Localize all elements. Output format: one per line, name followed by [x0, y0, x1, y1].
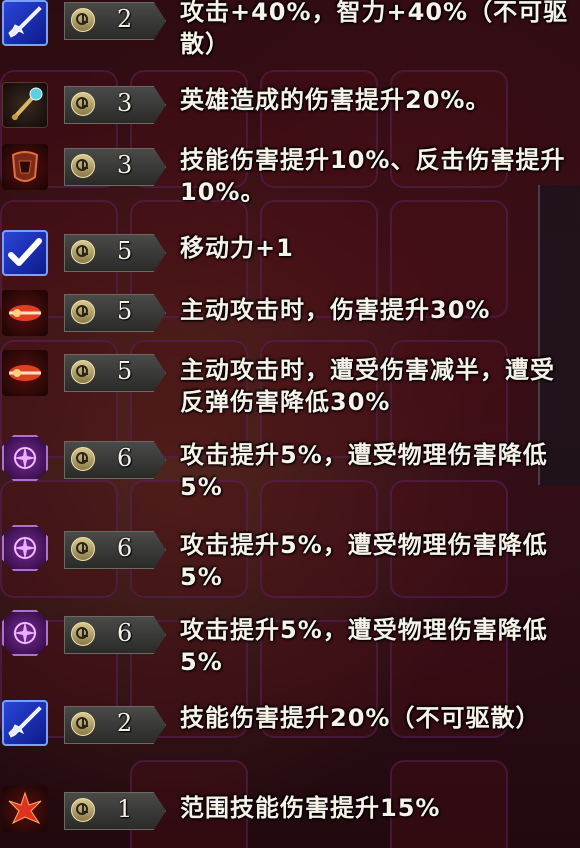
turn-count: 5 [117, 237, 133, 265]
turn-count: 2 [117, 709, 133, 737]
sword-icon [2, 0, 48, 46]
clock-icon [71, 447, 95, 471]
clock-icon [71, 622, 95, 646]
flame-sword-icon [2, 290, 48, 336]
turn-counter: 6 [64, 531, 166, 569]
buff-description: 范围技能伤害提升15% [180, 794, 441, 822]
buff-description: 移动力+1 [180, 234, 294, 262]
buff-description: 攻击提升5%，遭受物理伤害降低5% [180, 441, 548, 501]
clock-icon [71, 712, 95, 736]
buff-description: 技能伤害提升20%（不可驱散） [180, 704, 541, 732]
turn-count: 1 [117, 795, 133, 823]
turn-counter: 3 [64, 86, 166, 124]
sword-icon [2, 700, 48, 746]
clock-icon [71, 798, 95, 822]
buff-description: 技能伤害提升10%、反击伤害提升10%。 [180, 146, 566, 206]
turn-counter: 5 [64, 294, 166, 332]
turn-count: 3 [117, 89, 133, 117]
boot-icon [2, 230, 48, 276]
turn-count: 6 [117, 619, 133, 647]
turn-count: 6 [117, 444, 133, 472]
buff-description: 攻击+40%，智力+40%（不可驱散） [180, 0, 569, 58]
clock-icon [71, 300, 95, 324]
clock-icon [71, 360, 95, 384]
flame-sword-icon [2, 350, 48, 396]
buff-description: 攻击提升5%，遭受物理伤害降低5% [180, 531, 548, 591]
scepter-icon [2, 82, 48, 128]
clock-icon [71, 92, 95, 116]
turn-counter: 5 [64, 354, 166, 392]
clock-icon [71, 537, 95, 561]
clock-icon [71, 8, 95, 32]
turn-counter: 6 [64, 616, 166, 654]
turn-counter: 1 [64, 792, 166, 830]
turn-count: 5 [117, 357, 133, 385]
rune-icon [2, 525, 48, 571]
rune-icon [2, 610, 48, 656]
armor-icon [2, 144, 48, 190]
rune-icon [2, 435, 48, 481]
turn-counter: 2 [64, 706, 166, 744]
clock-icon [71, 240, 95, 264]
buff-description: 英雄造成的伤害提升20%。 [180, 86, 491, 114]
turn-counter: 2 [64, 2, 166, 40]
turn-counter: 6 [64, 441, 166, 479]
buff-description: 攻击提升5%，遭受物理伤害降低5% [180, 616, 548, 676]
turn-count: 6 [117, 534, 133, 562]
buff-description: 主动攻击时，遭受伤害减半，遭受反弹伤害降低30% [180, 356, 555, 416]
buff-description: 主动攻击时，伤害提升30% [180, 296, 491, 324]
turn-counter: 5 [64, 234, 166, 272]
turn-counter: 3 [64, 148, 166, 186]
turn-count: 3 [117, 151, 133, 179]
turn-count: 2 [117, 5, 133, 33]
fire-burst-icon [2, 786, 48, 832]
clock-icon [71, 154, 95, 178]
turn-count: 5 [117, 297, 133, 325]
